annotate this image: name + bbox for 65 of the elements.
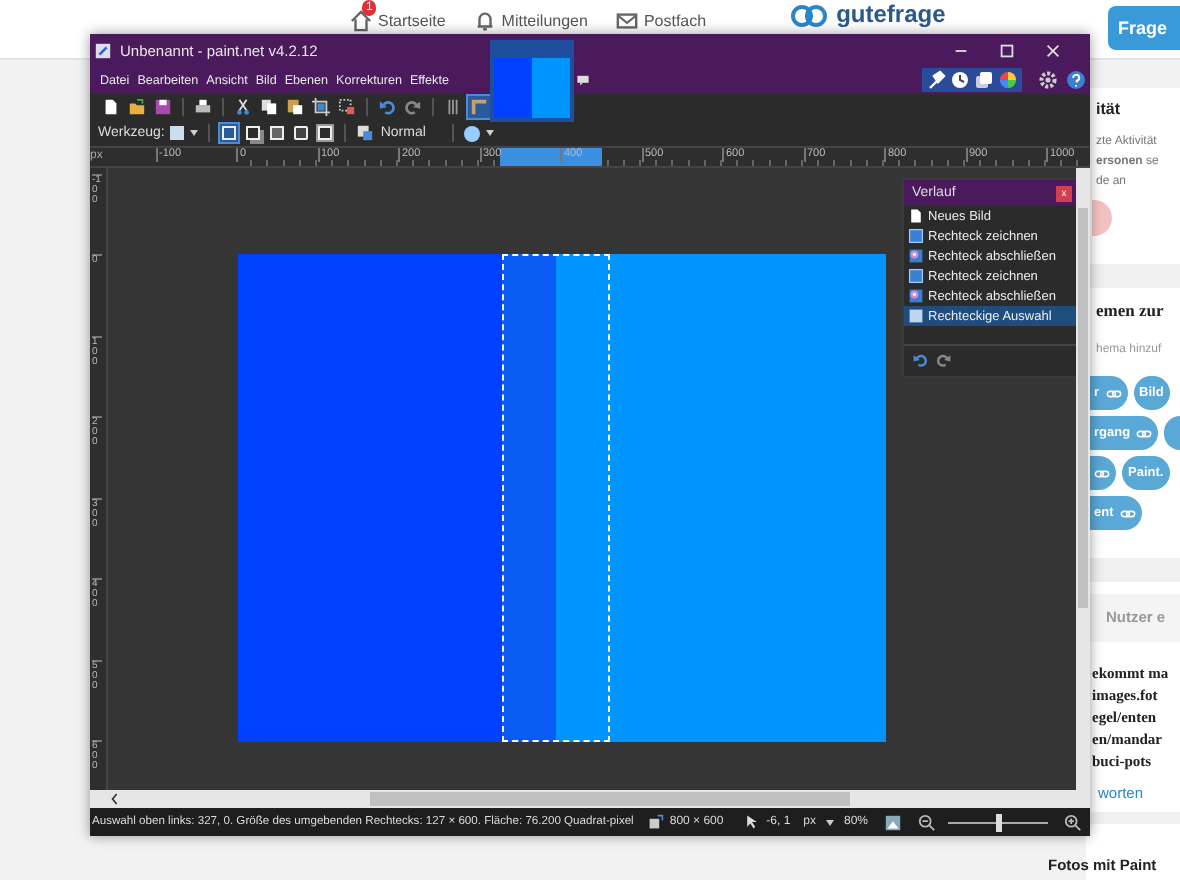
section-separator (1086, 558, 1180, 582)
dropdown-icon[interactable] (825, 819, 834, 825)
slider-thumb[interactable] (996, 813, 1002, 831)
cursor-icon (744, 814, 761, 830)
mail-icon (615, 10, 638, 32)
home-icon (350, 10, 372, 32)
copy-icon[interactable] (258, 96, 280, 118)
open-icon[interactable] (126, 96, 148, 118)
vertical-scrollbar[interactable] (1076, 168, 1090, 790)
redo-icon[interactable] (402, 96, 424, 118)
layer-blend-icon (356, 124, 375, 142)
crop-icon[interactable] (310, 96, 332, 118)
undo-icon[interactable] (912, 352, 928, 368)
selection-mode-icon[interactable] (244, 124, 263, 142)
rectangle-icon (908, 228, 924, 244)
gear-rectangle-icon (908, 288, 924, 304)
clock-icon[interactable] (950, 70, 970, 90)
link-icon (1094, 467, 1110, 479)
tool-selector[interactable] (170, 126, 199, 140)
nav-link[interactable]: Mitteilungen (501, 12, 588, 30)
link-icon (1105, 387, 1122, 399)
nav-link[interactable]: Startseite (378, 12, 446, 30)
paste-icon[interactable] (284, 96, 306, 118)
link-icon (1136, 427, 1153, 439)
undo-icon[interactable] (376, 96, 398, 118)
selection-mode-icon[interactable] (316, 124, 335, 142)
cut-icon[interactable] (232, 96, 254, 118)
horizontal-scrollbar[interactable] (90, 790, 1090, 808)
print-icon[interactable] (192, 96, 214, 118)
gear-rectangle-icon (908, 248, 924, 264)
link-icon (1119, 507, 1136, 519)
selection-mode-icon[interactable] (268, 124, 287, 142)
bell-icon (473, 10, 496, 32)
zoom-in-icon[interactable] (1064, 813, 1082, 831)
ruler-icon[interactable] (468, 96, 490, 118)
topic-tag[interactable] (1088, 456, 1116, 490)
hammer-icon[interactable] (926, 70, 946, 90)
close-icon[interactable] (1044, 41, 1062, 59)
nav-link[interactable]: Postfach (643, 12, 707, 30)
zoom-out-icon[interactable] (918, 813, 936, 831)
selection-mode-icon[interactable] (292, 124, 311, 142)
save-icon[interactable] (152, 96, 174, 118)
scroll-left-icon[interactable] (110, 792, 120, 806)
maximize-icon[interactable] (998, 41, 1016, 59)
settings-icon[interactable] (1038, 70, 1058, 90)
selection-mode-icon[interactable] (220, 124, 239, 142)
rectangle-icon (908, 268, 924, 284)
selection-icon (908, 308, 924, 324)
section-separator (1086, 264, 1180, 288)
color-wheel-icon[interactable] (998, 70, 1018, 90)
help-icon[interactable] (1066, 70, 1086, 90)
layers-icon[interactable] (974, 70, 994, 90)
app-icon (94, 41, 112, 59)
site-logo[interactable]: gutefrage (836, 2, 946, 28)
card-title: emen zur (1096, 300, 1166, 320)
image-thumbnail-tab[interactable] (490, 40, 574, 122)
antialias-selector[interactable] (463, 125, 494, 141)
logo-icon (790, 3, 831, 27)
card-title: ität (1096, 100, 1122, 120)
deselect-icon[interactable] (336, 96, 358, 118)
fit-window-icon[interactable] (884, 813, 902, 831)
image-size-icon (647, 814, 664, 830)
topic-tag[interactable] (1164, 416, 1180, 450)
image-list-icon[interactable] (576, 74, 590, 86)
redo-icon[interactable] (936, 352, 952, 368)
